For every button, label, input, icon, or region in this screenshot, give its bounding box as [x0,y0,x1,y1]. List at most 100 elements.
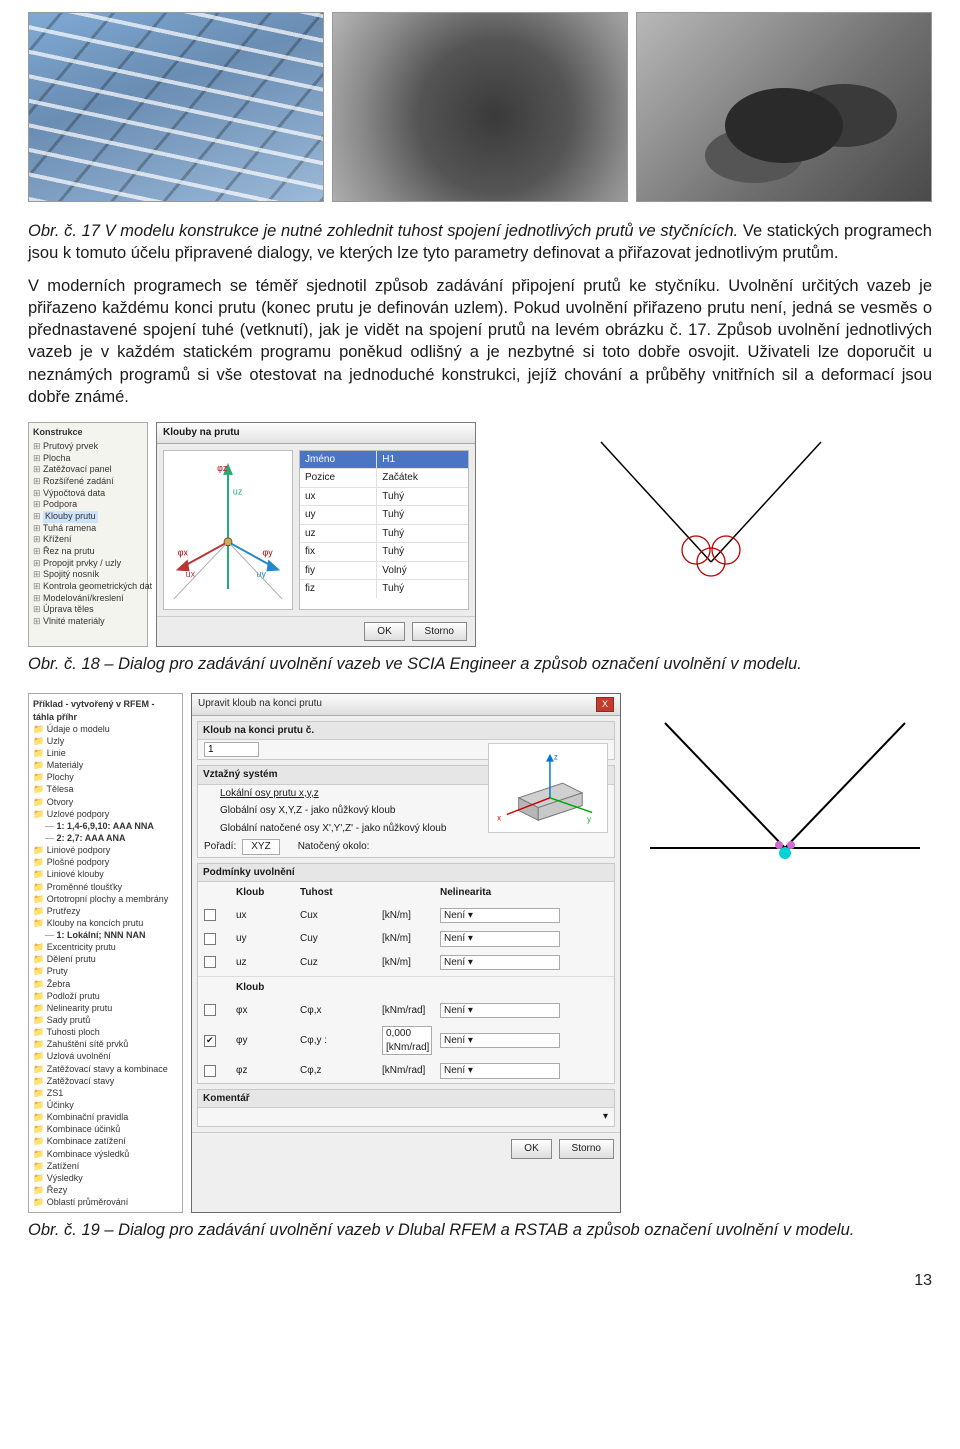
rfem-tree-item[interactable]: Plošné podpory [33,856,178,868]
nonlinearity-dropdown[interactable]: Není ▾ [440,955,560,971]
rfem-hinge-number-input[interactable] [204,742,259,757]
scia-tree-item[interactable]: Zatěžovací panel [33,464,143,476]
rfem-tree: Příklad - vytvořený v RFEM - táhla příhr… [28,693,183,1213]
rfem-tree-item[interactable]: Klouby na koncích prutu [33,917,178,929]
rfem-tree-item[interactable]: Prutřezy [33,905,178,917]
nonlinearity-dropdown[interactable]: Není ▾ [440,908,560,924]
stiffness-symbol: Cuy [300,932,358,946]
rfem-tree-item[interactable]: Tuhosti ploch [33,1026,178,1038]
rfem-tree-item[interactable]: Tělesa [33,783,178,795]
scia-tree-item[interactable]: Spojitý nosník [33,569,143,581]
stiffness-value[interactable]: 0,000 [kNm/rad] [382,1026,432,1055]
rfem-tree-item[interactable]: Linie [33,747,178,759]
rfem-tree-item[interactable]: Zatížení [33,1160,178,1172]
checkbox[interactable] [204,956,216,968]
scia-tree-item[interactable]: Vlnité materiály [33,616,143,628]
rfem-tree-item[interactable]: Materiály [33,759,178,771]
rfem-tree-item[interactable]: 1: 1,4-6,9,10: AAA NNA [45,820,178,832]
rfem-tree-item[interactable]: Zahuštění sítě prvků [33,1038,178,1050]
close-icon[interactable]: X [596,697,614,711]
scia-tree-item[interactable]: Propojit prvky / uzly [33,558,143,570]
rfem-tree-item[interactable]: Oblastí průměrování [33,1196,178,1208]
scia-tree-item[interactable]: Úprava těles [33,604,143,616]
nonlinearity-dropdown[interactable]: Není ▾ [440,1003,560,1019]
page-number: 13 [28,1270,932,1292]
rfem-tree-item[interactable]: Uzly [33,735,178,747]
rfem-tree-item[interactable]: Uzlová uvolnění [33,1050,178,1062]
scia-tree-item[interactable]: Křížení [33,534,143,546]
rfem-sec1-title: Kloub na konci prutu č. [198,722,614,741]
opt-local: Lokální osy prutu x,y,z [220,787,319,801]
rfem-tree-item[interactable]: Dělení prutu [33,953,178,965]
rfem-tree-item[interactable]: ZS1 [33,1087,178,1099]
checkbox[interactable] [204,1035,216,1047]
rfem-tree-item[interactable]: Zatěžovací stavy [33,1075,178,1087]
rfem-tree-item[interactable]: Uzlové podpory [33,808,178,820]
rfem-tree-item[interactable]: Otvory [33,796,178,808]
scia-tree-item[interactable]: Prutový prvek [33,441,143,453]
scia-tree-item[interactable]: Modelování/kreslení [33,593,143,605]
scia-tree-item[interactable]: Plocha [33,453,143,465]
scia-tree-item[interactable]: Podpora [33,499,143,511]
rfem-cancel-button[interactable]: Storno [559,1139,614,1159]
radio-local-axes[interactable] [204,788,214,798]
checkbox[interactable] [204,1004,216,1016]
rfem-tree-item[interactable]: Proměnné tloušťky [33,881,178,893]
stiffness-value: [kNm/rad] [382,1004,432,1018]
rfem-ok-button[interactable]: OK [511,1139,551,1159]
nonlinearity-dropdown[interactable]: Není ▾ [440,931,560,947]
rfem-tree-item[interactable]: Liniové podpory [33,844,178,856]
prop-value: Tuhý [377,543,468,561]
rfem-condition-row: uyCuy [kN/m]Není ▾ [198,927,614,951]
rfem-tree-item[interactable]: Kombinace zatížení [33,1135,178,1147]
dof-label: uz [236,956,276,970]
scia-tree-item[interactable]: Výpočtová data [33,488,143,500]
rfem-model-symbol [635,693,935,883]
rfem-tree-item[interactable]: Účinky [33,1099,178,1111]
radio-global-axes[interactable] [204,806,214,816]
rfem-dialog: Upravit kloub na konci prutu X Kloub na … [191,693,621,1213]
rfem-tree-item[interactable]: Liniové klouby [33,868,178,880]
rfem-tree-item[interactable]: Žebra [33,978,178,990]
rfem-tree-item[interactable]: Řezy [33,1184,178,1196]
prop-key: uy [300,506,377,524]
rfem-tree-item[interactable]: Kombinace výsledků [33,1148,178,1160]
rfem-tree-item[interactable]: Zatěžovací stavy a kombinace [33,1063,178,1075]
rfem-dialog-title: Upravit kloub na konci prutu [198,697,322,711]
rfem-tree-item[interactable]: Výsledky [33,1172,178,1184]
rfem-tree-item[interactable]: Sady prutů [33,1014,178,1026]
scia-tree-item[interactable]: Tuhá ramena [33,523,143,535]
scia-prop-head-k: Jméno [300,451,377,469]
rfem-condition-row: uxCux [kN/m]Není ▾ [198,904,614,928]
scia-tree-item[interactable]: Rozšířené zadání [33,476,143,488]
stiffness-value: [kN/m] [382,932,432,946]
rfem-tree-item[interactable]: Podloží prutu [33,990,178,1002]
rfem-tree-item[interactable]: Nelinearity prutu [33,1002,178,1014]
nonlinearity-dropdown[interactable]: Není ▾ [440,1033,560,1049]
nonlinearity-dropdown[interactable]: Není ▾ [440,1063,560,1079]
rfem-tree-item[interactable]: Kombinace účinků [33,1123,178,1135]
checkbox[interactable] [204,933,216,945]
scia-tree-item[interactable]: Kontrola geometrických dat [33,581,143,593]
checkbox[interactable] [204,909,216,921]
comment-input[interactable] [204,1110,597,1124]
scia-property-table: Jméno H1 PoziceZačátekuxTuhýuyTuhýuzTuhý… [299,450,469,610]
ok-button[interactable]: OK [364,622,404,642]
radio-global-rotated[interactable] [204,823,214,833]
caption-17: Obr. č. 17 V modelu konstrukce je nutné … [28,220,932,265]
scia-tree-item[interactable]: Řez na prutu [33,546,143,558]
checkbox[interactable] [204,1065,216,1077]
rfem-tree-item[interactable]: Kombinační pravidla [33,1111,178,1123]
poradi-label: Pořadí: [204,840,236,854]
rfem-tree-item[interactable]: Excentricity prutu [33,941,178,953]
rfem-tree-item[interactable]: Pruty [33,965,178,977]
svg-text:uz: uz [233,486,242,496]
scia-tree-item[interactable]: Klouby prutu [33,511,143,523]
rfem-tree-item[interactable]: 2: 2,7: AAA ANA [45,832,178,844]
rfem-tree-item[interactable]: Plochy [33,771,178,783]
cancel-button[interactable]: Storno [412,622,467,642]
photo-pin-joint [332,12,628,202]
rfem-tree-item[interactable]: Ortotropní plochy a membrány [33,893,178,905]
rfem-tree-item[interactable]: Údaje o modelu [33,723,178,735]
poradi-dropdown[interactable]: XYZ [242,839,279,855]
